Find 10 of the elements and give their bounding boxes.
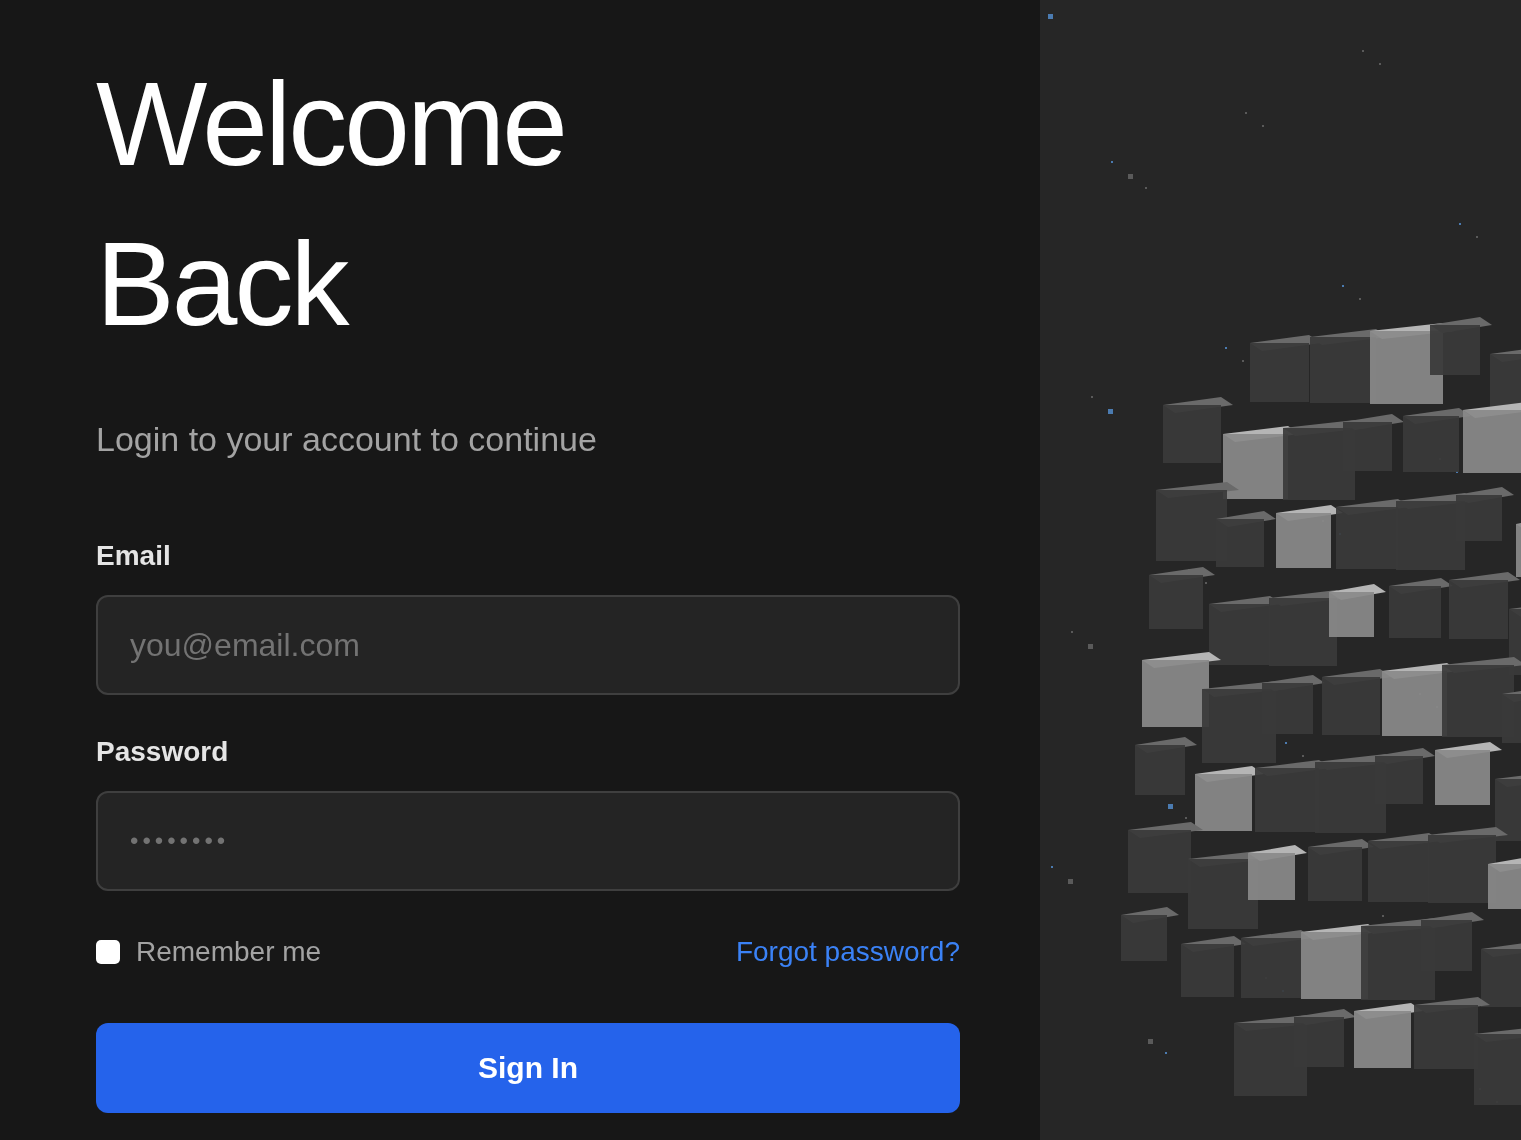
remember-checkbox[interactable] [96,940,120,964]
password-field[interactable]: •••••••• [96,791,960,891]
forgot-password-link[interactable]: Forgot password? [735,931,960,973]
welcome-heading: Welcome Back [96,57,566,352]
email-field[interactable]: you@email.com [96,595,960,695]
sign-in-button[interactable]: Sign In [96,1023,960,1113]
field-label: Password [96,735,230,769]
field-label: Email [96,539,172,573]
remember-label: Remember me [136,935,322,969]
subtitle: Login to your account to continue [96,419,598,460]
